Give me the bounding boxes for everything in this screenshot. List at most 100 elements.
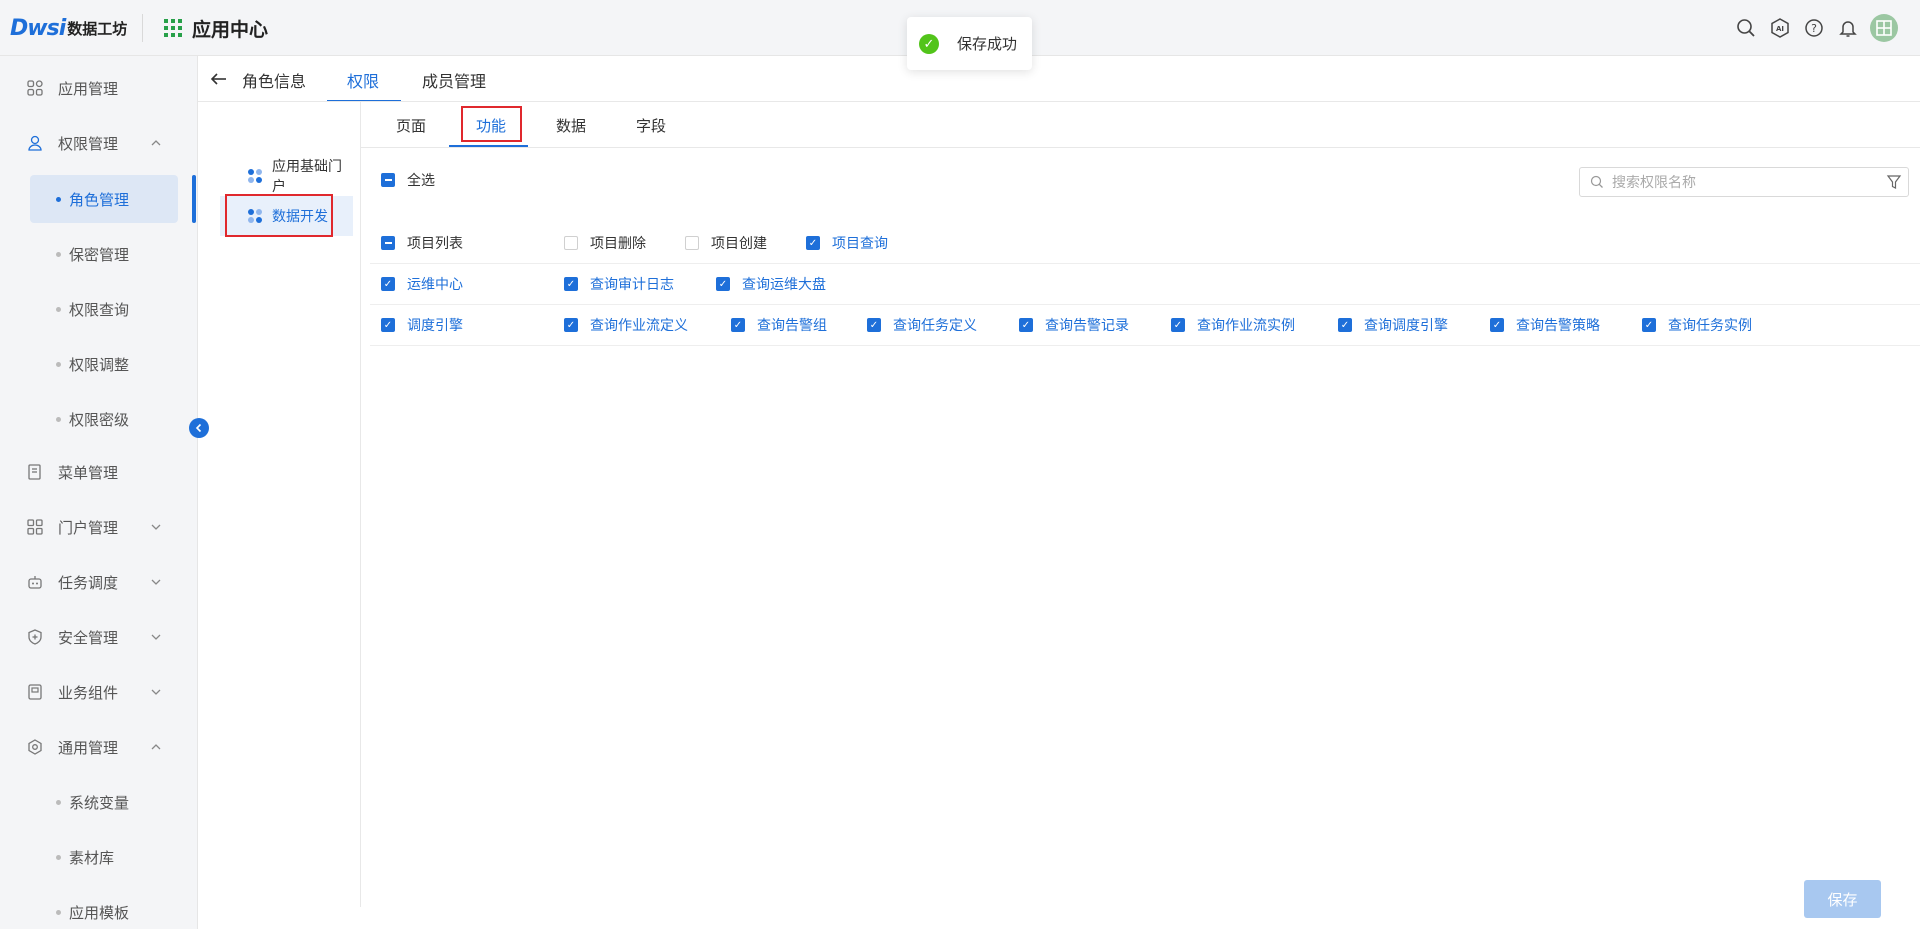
perm-checkbox-alert-policy[interactable]: ✓	[1490, 318, 1504, 332]
sidebar-item-label: 通用管理	[58, 739, 119, 757]
search-icon[interactable]	[1734, 16, 1758, 40]
tree-panel-divider	[360, 102, 361, 907]
perm-checkbox-schedule-engine[interactable]: ✓	[1338, 318, 1352, 332]
group-checkbox-project-list[interactable]	[381, 236, 395, 250]
sidebar-item-security-management[interactable]: 安全管理	[0, 613, 198, 661]
sidebar-item-business-components[interactable]: 业务组件	[0, 668, 198, 716]
sidebar-item-label: 权限调整	[69, 356, 130, 374]
sidebar-item-menu-management[interactable]: 菜单管理	[0, 448, 198, 496]
app-grid-icon	[164, 19, 182, 37]
portal-icon	[26, 518, 44, 536]
tab-member-management[interactable]: 成员管理	[422, 58, 486, 102]
menu-doc-icon	[26, 463, 44, 481]
subtab-page[interactable]: 页面	[396, 104, 426, 146]
subtab-field[interactable]: 字段	[636, 104, 666, 146]
perm-checkbox-audit-log[interactable]: ✓	[564, 277, 578, 291]
perm-label: 查询任务定义	[893, 317, 977, 333]
sidebar-item-permission-level[interactable]: 权限密级	[0, 395, 198, 443]
sidebar-item-label: 权限管理	[58, 135, 119, 153]
chevron-down-icon	[151, 634, 161, 640]
logo: Dwsi 数据工坊	[10, 14, 127, 42]
perm-label: 查询告警组	[757, 317, 827, 333]
sidebar-item-permission-query[interactable]: 权限查询	[0, 285, 198, 333]
select-all-checkbox[interactable]	[381, 173, 395, 187]
perm-checkbox-project-delete[interactable]	[564, 236, 578, 250]
user-lock-icon	[26, 134, 44, 152]
search-input[interactable]	[1612, 174, 1862, 190]
sidebar-item-general-management[interactable]: 通用管理	[0, 723, 198, 771]
group-checkbox-schedule-engine[interactable]: ✓	[381, 318, 395, 332]
tab-role-info[interactable]: 角色信息	[242, 58, 306, 102]
perm-label: 查询调度引擎	[1364, 317, 1448, 333]
robot-icon	[26, 573, 44, 591]
perm-checkbox-alert-group[interactable]: ✓	[731, 318, 745, 332]
bullet-dot	[56, 799, 61, 805]
perm-label: 查询审计日志	[590, 276, 674, 292]
collapse-sidebar-button[interactable]	[189, 418, 209, 438]
apps-icon	[26, 79, 44, 97]
sidebar-item-role-management[interactable]: 角色管理	[30, 175, 178, 223]
row-divider	[370, 304, 1920, 305]
sidebar-item-system-variables[interactable]: 系统变量	[0, 778, 198, 826]
tree-item-label: 应用基础门户	[272, 158, 342, 194]
sidebar-item-secrecy-management[interactable]: 保密管理	[0, 230, 198, 278]
group-checkbox-ops-center[interactable]: ✓	[381, 277, 395, 291]
tab-permissions[interactable]: 权限	[347, 58, 379, 102]
chevron-left-icon	[195, 423, 202, 433]
ai-assistant-icon[interactable]: AI	[1768, 16, 1792, 40]
group-label-schedule-engine: 调度引擎	[407, 317, 463, 333]
bell-icon[interactable]	[1836, 16, 1860, 40]
perm-label: 项目查询	[832, 235, 888, 251]
perm-checkbox-alert-record[interactable]: ✓	[1019, 318, 1033, 332]
sidebar-item-label: 角色管理	[69, 191, 130, 209]
sidebar-item-permission-management[interactable]: 权限管理	[0, 119, 198, 167]
perm-checkbox-project-create[interactable]	[685, 236, 699, 250]
tree-item-app-portal[interactable]: 应用基础门户	[220, 156, 353, 196]
component-icon	[26, 683, 44, 701]
sidebar-item-label: 门户管理	[58, 519, 119, 537]
perm-checkbox-workflow-def[interactable]: ✓	[564, 318, 578, 332]
avatar[interactable]	[1870, 14, 1898, 42]
sidebar-item-label: 权限密级	[69, 411, 130, 429]
tabs-divider	[198, 101, 1920, 102]
perm-checkbox-task-def[interactable]: ✓	[867, 318, 881, 332]
app-center-title[interactable]: 应用中心	[164, 14, 268, 42]
perm-label: 查询任务实例	[1668, 317, 1752, 333]
svg-text:AI: AI	[1776, 25, 1784, 33]
settings-icon	[26, 738, 44, 756]
toast-message: 保存成功	[957, 36, 1018, 53]
chevron-down-icon	[151, 524, 161, 530]
sidebar-item-label: 权限查询	[69, 301, 130, 319]
perm-label: 查询作业流定义	[590, 317, 688, 333]
sidebar-item-permission-adjust[interactable]: 权限调整	[0, 340, 198, 388]
sidebar-item-portal-management[interactable]: 门户管理	[0, 503, 198, 551]
group-label-ops-center: 运维中心	[407, 276, 463, 292]
perm-checkbox-task-instance[interactable]: ✓	[1642, 318, 1656, 332]
back-arrow-icon[interactable]	[210, 70, 228, 88]
sidebar-item-label: 应用模板	[69, 904, 130, 922]
sidebar-item-app-management[interactable]: 应用管理	[0, 64, 198, 112]
help-icon[interactable]: ?	[1802, 16, 1826, 40]
chevron-up-icon	[151, 140, 161, 146]
app-center-label: 应用中心	[192, 19, 269, 41]
sidebar-item-label: 菜单管理	[58, 464, 119, 482]
sidebar-item-app-templates[interactable]: 应用模板	[0, 888, 198, 929]
sidebar-item-task-scheduling[interactable]: 任务调度	[0, 558, 198, 606]
bullet-dot	[56, 909, 61, 915]
perm-checkbox-project-query[interactable]: ✓	[806, 236, 820, 250]
chevron-down-icon	[151, 689, 161, 695]
bullet-dot	[56, 854, 61, 860]
perm-label: 查询告警策略	[1516, 317, 1600, 333]
perm-checkbox-workflow-instance[interactable]: ✓	[1171, 318, 1185, 332]
sidebar-item-label: 保密管理	[69, 246, 130, 264]
bullet-dot	[56, 196, 61, 202]
logo-mark: Dwsi	[10, 16, 66, 41]
perm-checkbox-ops-dashboard[interactable]: ✓	[716, 277, 730, 291]
bullet-dot	[56, 361, 61, 367]
filter-icon[interactable]	[1886, 174, 1902, 190]
logo-text: 数据工坊	[67, 20, 128, 38]
sidebar-item-asset-library[interactable]: 素材库	[0, 833, 198, 881]
highlight-box-data-development	[225, 194, 333, 237]
subtab-data[interactable]: 数据	[556, 104, 586, 146]
save-button[interactable]: 保存	[1804, 880, 1881, 918]
